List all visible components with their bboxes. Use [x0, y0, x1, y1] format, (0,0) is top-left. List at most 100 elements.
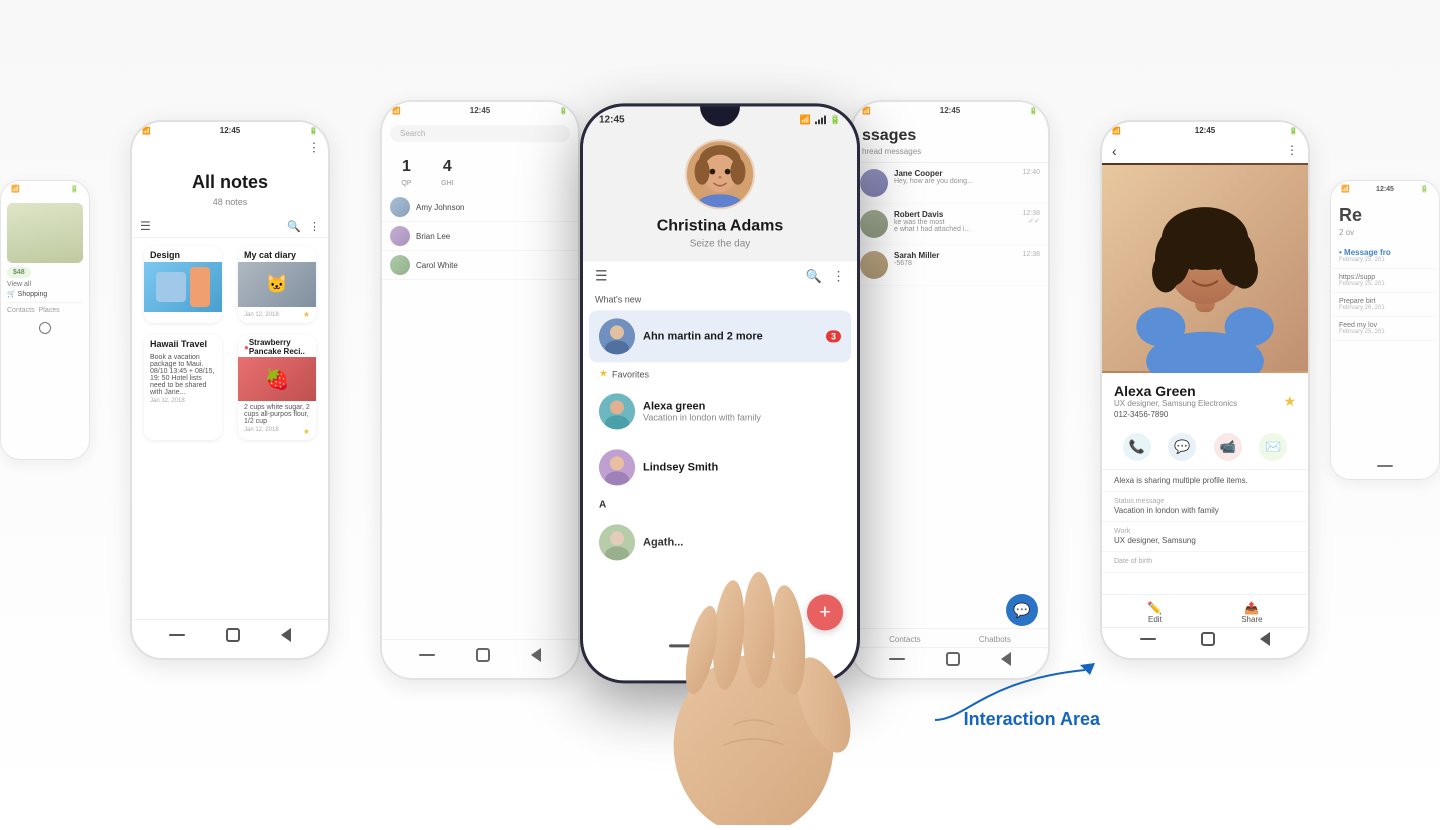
- contact-header: Christina Adams Seize the day: [583, 129, 857, 261]
- nav-home-notes[interactable]: [226, 628, 240, 642]
- tab-contacts[interactable]: Contacts: [889, 635, 921, 644]
- profile-status-message: Status message Vacation in london with f…: [1102, 492, 1308, 522]
- nav-home-bg[interactable]: [476, 648, 490, 662]
- contacts-bg-item1: Amy Johnson: [382, 193, 578, 222]
- toolbar-icons: 🔍 ⋮: [806, 268, 845, 284]
- ahn-info: Ahn martin and 2 more: [643, 330, 826, 342]
- call-button[interactable]: 📞: [1123, 433, 1151, 461]
- battery-icon: 🔋: [830, 114, 841, 125]
- edit-action[interactable]: ✏️ Edit: [1147, 601, 1162, 624]
- lindsey-info: Lindsey Smith: [643, 461, 841, 473]
- nav-back-bg[interactable]: [531, 648, 541, 662]
- notes-toolbar: ☰ 🔍 ⋮: [132, 215, 328, 238]
- favorites-section: ★ Favorites: [589, 364, 851, 383]
- contacts-bg-item3: Carol White: [382, 251, 578, 280]
- profile-photo-svg: [1102, 163, 1308, 373]
- contacts-num-1: 1: [394, 154, 419, 180]
- contacts-bg-status: 📶 12:45 🔋: [382, 102, 578, 119]
- re-msg4: Feed my lov February 25, 201: [1331, 317, 1439, 341]
- chat-fab[interactable]: 💬: [1006, 594, 1038, 626]
- whats-new-label: What's new: [583, 290, 857, 308]
- avatar-svg: [687, 139, 753, 209]
- contact-item-lindsey[interactable]: Lindsey Smith: [589, 441, 851, 493]
- email-button[interactable]: ✉️: [1259, 433, 1287, 461]
- note-hawaii: Hawaii Travel Book a vacation package to…: [144, 335, 222, 440]
- search-icon[interactable]: 🔍: [806, 268, 822, 284]
- profile-title: UX designer, Samsung Electronics: [1114, 399, 1237, 408]
- profile-work: Work UX designer, Samsung: [1102, 522, 1308, 552]
- main-time: 12:45: [599, 114, 625, 125]
- nav-recents-msg: [889, 658, 905, 660]
- agatha-name: Agath...: [643, 536, 841, 548]
- profile-status-bar: 📶 12:45 🔋: [1102, 122, 1308, 139]
- nav-home-main[interactable]: [717, 644, 735, 662]
- contact-item-agatha[interactable]: Agath...: [589, 516, 851, 568]
- hamburger-icon[interactable]: ☰: [595, 267, 608, 284]
- nav-home-msg[interactable]: [946, 652, 960, 666]
- more-icon[interactable]: ⋮: [832, 268, 845, 284]
- favorites-text: Favorites: [612, 369, 649, 379]
- notes-count: 48 notes: [132, 197, 328, 207]
- notes-status-battery: 🔋: [309, 127, 318, 135]
- fab-add[interactable]: +: [807, 594, 843, 630]
- favorite-star[interactable]: ★: [1283, 393, 1296, 410]
- profile-back-icon[interactable]: ‹: [1112, 143, 1117, 159]
- note-design: Design: [144, 246, 222, 323]
- note-strawberry: ● Strawberry Pancake Reci.. 🍓 2 cups whi…: [238, 335, 316, 440]
- video-button[interactable]: 📹: [1214, 433, 1242, 461]
- notes-title: All notes: [132, 160, 328, 197]
- lindsey-avatar: [599, 449, 635, 485]
- nav-recents-main[interactable]: [669, 644, 693, 647]
- profile-actions: 📞 💬 📹 ✉️: [1102, 425, 1308, 470]
- re-msg2: https://supp February 25, 201: [1331, 269, 1439, 293]
- profile-sharing-notice: Alexa is sharing multiple profile items.: [1102, 470, 1308, 492]
- bg-avatar3: [390, 255, 410, 275]
- profile-more-icon[interactable]: ⋮: [1286, 143, 1298, 159]
- main-bottom-nav: [583, 638, 857, 668]
- contact-item-alexa[interactable]: Alexa green Vacation in london with fami…: [589, 385, 851, 437]
- msg-bg-item2: Robert Davis ke was the most e what I ha…: [852, 204, 1048, 245]
- contact-subtitle: Seize the day: [599, 238, 841, 249]
- status-bar-leftmost: 📶 🔋: [1, 181, 89, 197]
- nav-back-msg[interactable]: [1001, 652, 1011, 666]
- nav-back-profile[interactable]: [1260, 632, 1270, 646]
- nav-back-main[interactable]: [759, 644, 771, 660]
- main-status-icons: 📶 🔋: [800, 114, 841, 125]
- messages-bg-title: ssages: [852, 119, 1048, 147]
- alexa-name: Alexa green: [643, 400, 841, 412]
- phone-main: 12:45 📶 🔋: [580, 103, 860, 683]
- msg-bg-item3: Sarah Miller -5678 12:38: [852, 245, 1048, 286]
- nav-recents-rightmost: [1377, 465, 1393, 467]
- re-count: 2 ov: [1331, 228, 1439, 243]
- alexa-sub: Vacation in london with family: [643, 412, 841, 422]
- phone-profile: 📶 12:45 🔋 ‹ ⋮: [1100, 120, 1310, 660]
- contacts-bg-item2: Brian Lee: [382, 222, 578, 251]
- re-title: Re: [1331, 197, 1439, 228]
- re-msg1: • Message fro February 25, 201: [1331, 243, 1439, 269]
- scene: 📶 🔋 $48 View all 🛒 Shopping Contacts Pla…: [0, 0, 1440, 810]
- note-cat-diary: My cat diary 🐱 Jan 12, 2018 ★: [238, 246, 316, 323]
- phone-contacts-search: 📶 12:45 🔋 Search 1 QP 4 GHI Amy Johnson: [380, 100, 580, 680]
- rightmost-status: 📶 12:45 🔋: [1331, 181, 1439, 197]
- alexa-info: Alexa green Vacation in london with fami…: [643, 400, 841, 422]
- nav-home-profile[interactable]: [1201, 632, 1215, 646]
- alexa-avatar: [599, 393, 635, 429]
- ahn-avatar: [599, 318, 635, 354]
- msg-bg-avatar1: [860, 169, 888, 197]
- message-button[interactable]: 💬: [1168, 433, 1196, 461]
- notes-status-time: 12:45: [220, 126, 240, 135]
- status-icons: 🔋: [70, 185, 79, 193]
- interaction-label: Interaction Area: [964, 709, 1100, 730]
- ahn-badge: 3: [826, 330, 841, 342]
- contact-item-ahn[interactable]: Ahn martin and 2 more 3: [589, 310, 851, 362]
- bg-avatar2: [390, 226, 410, 246]
- main-toolbar: ☰ 🔍 ⋮: [583, 261, 857, 290]
- messages-bg-sub: hread messages: [852, 147, 1048, 163]
- contacts-search-bar[interactable]: Search: [390, 125, 570, 142]
- tab-chatbots[interactable]: Chatbots: [979, 635, 1011, 644]
- phone-notes: 📶 12:45 🔋 ︙ All notes 48 notes ☰ 🔍 ⋮ Des…: [130, 120, 330, 660]
- profile-name: Alexa Green: [1114, 383, 1237, 399]
- nav-recents-notes: [169, 634, 185, 636]
- share-action[interactable]: 📤 Share: [1241, 601, 1262, 624]
- nav-back-notes[interactable]: [281, 628, 291, 642]
